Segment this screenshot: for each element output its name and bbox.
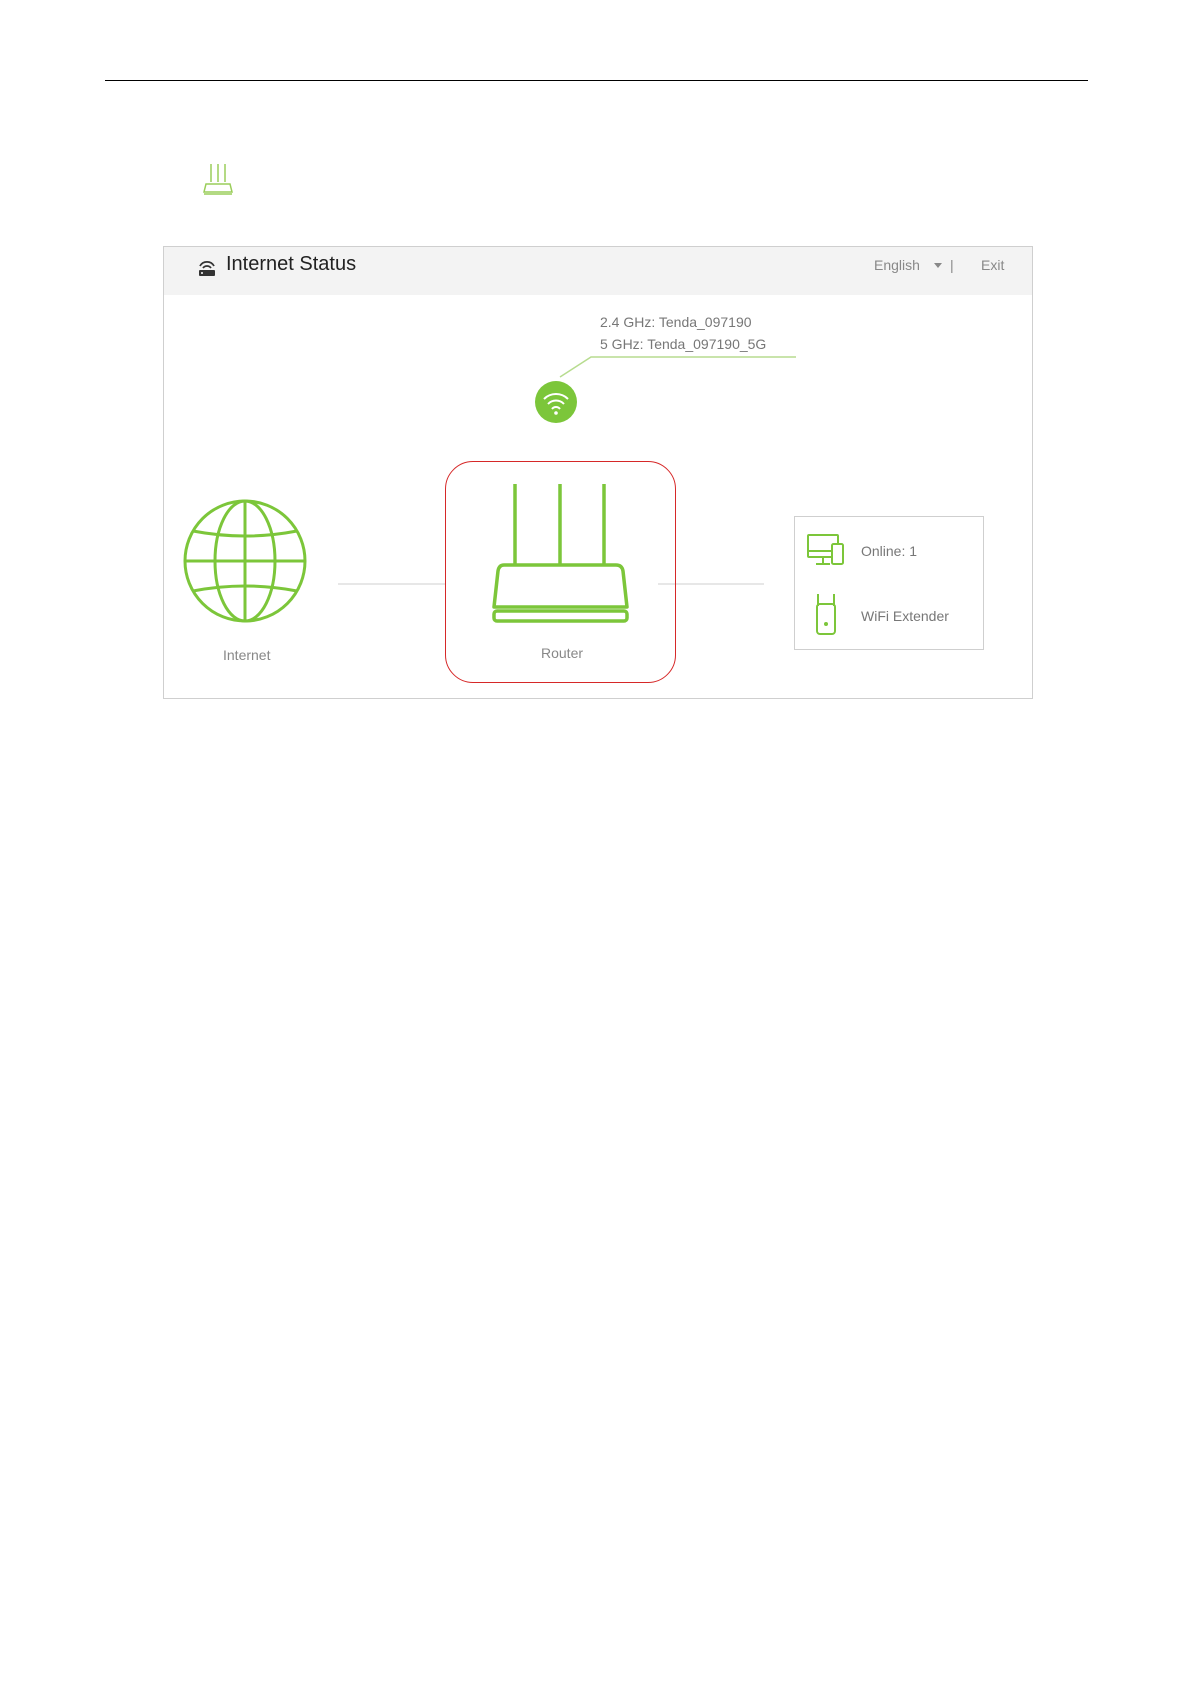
- devices-icon[interactable]: [806, 533, 846, 567]
- globe-icon[interactable]: [183, 499, 307, 623]
- wifi-icon[interactable]: [535, 381, 577, 423]
- clients-panel: Online: 1 WiFi Extender: [794, 516, 984, 650]
- router-highlight-box: [445, 461, 676, 683]
- internet-status-panel: Internet Status English | Exit 2.4 GHz: …: [163, 246, 1033, 699]
- page-top-rule: [105, 80, 1088, 81]
- internet-label: Internet: [223, 647, 271, 663]
- online-count[interactable]: Online: 1: [861, 543, 917, 559]
- extender-icon[interactable]: [815, 592, 837, 636]
- small-router-icon: [203, 164, 233, 195]
- wifi-extender-label[interactable]: WiFi Extender: [861, 608, 949, 624]
- wifi-callout-line: [559, 356, 796, 378]
